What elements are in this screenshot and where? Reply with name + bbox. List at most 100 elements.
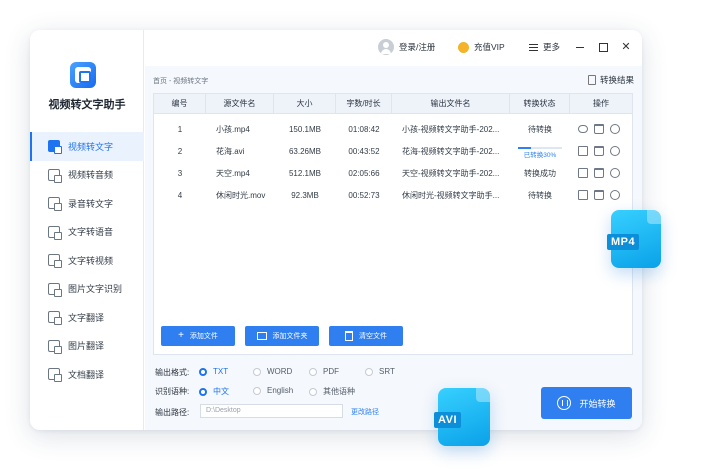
sidebar-item-video-to-text[interactable]: 视频转文字 — [30, 132, 144, 161]
clear-files-button[interactable]: 清空文件 — [329, 326, 403, 346]
delete-icon[interactable] — [610, 168, 620, 178]
more-menu-button[interactable]: 更多 — [529, 41, 560, 53]
column-header-size: 大小 — [274, 94, 336, 114]
start-label: 开始转换 — [579, 398, 616, 409]
column-header-actions: 操作 — [593, 99, 609, 108]
row-actions — [578, 168, 620, 178]
sidebar-item-doc-translate[interactable]: 文档翻译 — [30, 360, 144, 389]
folder-icon[interactable] — [594, 168, 604, 178]
add-folder-button[interactable]: 添加文件夹 — [245, 326, 319, 346]
path-label: 输出路径: — [155, 408, 190, 417]
output-path-input[interactable]: D:\Desktop — [200, 404, 343, 418]
row-actions — [578, 124, 620, 134]
folder-icon — [256, 332, 267, 340]
main-area: 登录/注册 充值VIP 更多 ✕ 首页 - 视频转文字 转换结果 编号 源文件名… — [145, 30, 642, 430]
radio-label: PDF — [323, 367, 339, 376]
sidebar-nav: 视频转文字 视频转音频 录音转文字 文字转语音 文字转视频 图片文字识别 文字翻… — [30, 132, 144, 389]
document-icon — [588, 75, 596, 85]
row-status: 待转换 — [528, 125, 552, 134]
trash-icon — [345, 331, 353, 341]
sidebar-item-label: 图片文字识别 — [68, 284, 123, 295]
stage: 视频转文字助手 视频转文字 视频转音频 录音转文字 文字转语音 文字转视频 图片… — [0, 0, 706, 469]
radio-dot — [199, 367, 207, 376]
folder-icon[interactable] — [594, 146, 604, 156]
progress-fill — [518, 147, 532, 149]
sidebar-item-image-ocr[interactable]: 图片文字识别 — [30, 275, 144, 304]
row-source-name: 花海.avi — [216, 147, 245, 156]
sidebar-item-text-to-video[interactable]: 文字转视频 — [30, 246, 144, 275]
sidebar-item-recording-to-text[interactable]: 录音转文字 — [30, 189, 144, 218]
table-header: 编号 源文件名 大小 字数/时长 输出文件名 转换状态 操作 — [154, 94, 632, 114]
row-output-name: 天空-视频转文字助手-202... — [402, 169, 500, 178]
table-row[interactable]: 3 天空.mp4 512.1MB 02:05:66 天空-视频转文字助手-202… — [154, 163, 632, 185]
edit-icon[interactable] — [578, 146, 588, 156]
vip-button[interactable]: 充值VIP — [458, 41, 505, 53]
video-text-icon — [48, 140, 62, 155]
add-folder-label: 添加文件夹 — [272, 333, 308, 340]
column-header-output: 输出文件名 — [392, 94, 510, 114]
column-header-duration: 字数/时长 — [336, 94, 392, 114]
radio-label: English — [267, 386, 294, 395]
sound-wave-icon — [557, 396, 572, 410]
format-radio-srt[interactable]: SRT — [365, 367, 395, 376]
language-radio-chinese[interactable]: 中文 — [199, 386, 229, 397]
column-header-source: 源文件名 — [206, 94, 274, 114]
change-path-link[interactable]: 更改路径 — [351, 407, 379, 417]
app-window: 视频转文字助手 视频转文字 视频转音频 录音转文字 文字转语音 文字转视频 图片… — [30, 30, 642, 430]
edit-icon[interactable] — [578, 190, 588, 200]
language-radio-english[interactable]: English — [253, 386, 293, 395]
row-size: 512.1MB — [288, 169, 322, 178]
delete-icon[interactable] — [610, 190, 620, 200]
format-radio-txt[interactable]: TXT — [199, 367, 228, 376]
sidebar-item-video-to-audio[interactable]: 视频转音频 — [30, 161, 144, 190]
result-label: 转换结果 — [600, 75, 635, 85]
conversion-result-button[interactable]: 转换结果 — [588, 74, 634, 86]
text-video-icon — [48, 254, 62, 269]
table-row[interactable]: 1 小孩.mp4 150.1MB 01:08:42 小孩-视频转文字助手-202… — [154, 119, 632, 141]
preview-eye-icon[interactable] — [578, 125, 588, 133]
delete-icon[interactable] — [610, 146, 620, 156]
start-conversion-button[interactable]: 开始转换 — [541, 387, 632, 419]
row-size: 92.3MB — [291, 191, 319, 200]
folder-icon[interactable] — [594, 190, 604, 200]
row-duration: 00:52:73 — [348, 191, 380, 200]
row-status: 转换成功 — [524, 169, 556, 178]
table-row[interactable]: 2 花海.avi 63.26MB 00:43:52 花海-视频转文字助手-202… — [154, 141, 632, 163]
app-logo-icon — [70, 62, 96, 88]
row-actions — [578, 190, 620, 200]
format-radio-word[interactable]: WORD — [253, 367, 292, 376]
radio-label: SRT — [379, 367, 395, 376]
mp4-file-badge: MP4 — [607, 210, 661, 268]
table-row[interactable]: 4 休闲时光.mov 92.3MB 00:52:73 休闲时光-视频转文字助手.… — [154, 185, 632, 207]
minimize-icon[interactable] — [573, 40, 587, 54]
vip-crown-icon — [458, 41, 469, 53]
column-header-no: 编号 — [154, 94, 206, 114]
row-source-name: 天空.mp4 — [216, 169, 250, 178]
language-radio-other[interactable]: 其他语种 — [309, 386, 355, 397]
row-duration: 00:43:52 — [348, 147, 380, 156]
delete-icon[interactable] — [610, 124, 620, 134]
more-label: 更多 — [543, 42, 561, 52]
login-button[interactable]: 登录/注册 — [378, 39, 435, 55]
sidebar-item-text-to-speech[interactable]: 文字转语音 — [30, 218, 144, 247]
format-radio-pdf[interactable]: PDF — [309, 367, 339, 376]
sidebar-item-image-translate[interactable]: 图片翻译 — [30, 332, 144, 361]
add-file-label: 添加文件 — [189, 333, 218, 340]
close-icon[interactable]: ✕ — [619, 40, 633, 54]
maximize-icon[interactable] — [596, 40, 610, 54]
vip-label: 充值VIP — [474, 42, 505, 52]
edit-icon[interactable] — [578, 168, 588, 178]
text-speech-icon — [48, 225, 62, 240]
radio-dot — [253, 367, 261, 376]
doc-translate-icon — [48, 368, 62, 383]
image-ocr-icon — [48, 282, 62, 297]
row-status-progress: 已转换30% — [510, 141, 570, 163]
sidebar-item-label: 图片翻译 — [68, 341, 105, 352]
sidebar-item-label: 文字翻译 — [68, 312, 105, 323]
row-output-name: 花海-视频转文字助手-202... — [402, 147, 500, 156]
folder-icon[interactable] — [594, 124, 604, 134]
add-file-button[interactable]: + 添加文件 — [161, 326, 235, 346]
sidebar-item-text-translate[interactable]: 文字翻译 — [30, 303, 144, 332]
language-label: 识别语种: — [155, 387, 190, 396]
app-title: 视频转文字助手 — [48, 99, 126, 111]
